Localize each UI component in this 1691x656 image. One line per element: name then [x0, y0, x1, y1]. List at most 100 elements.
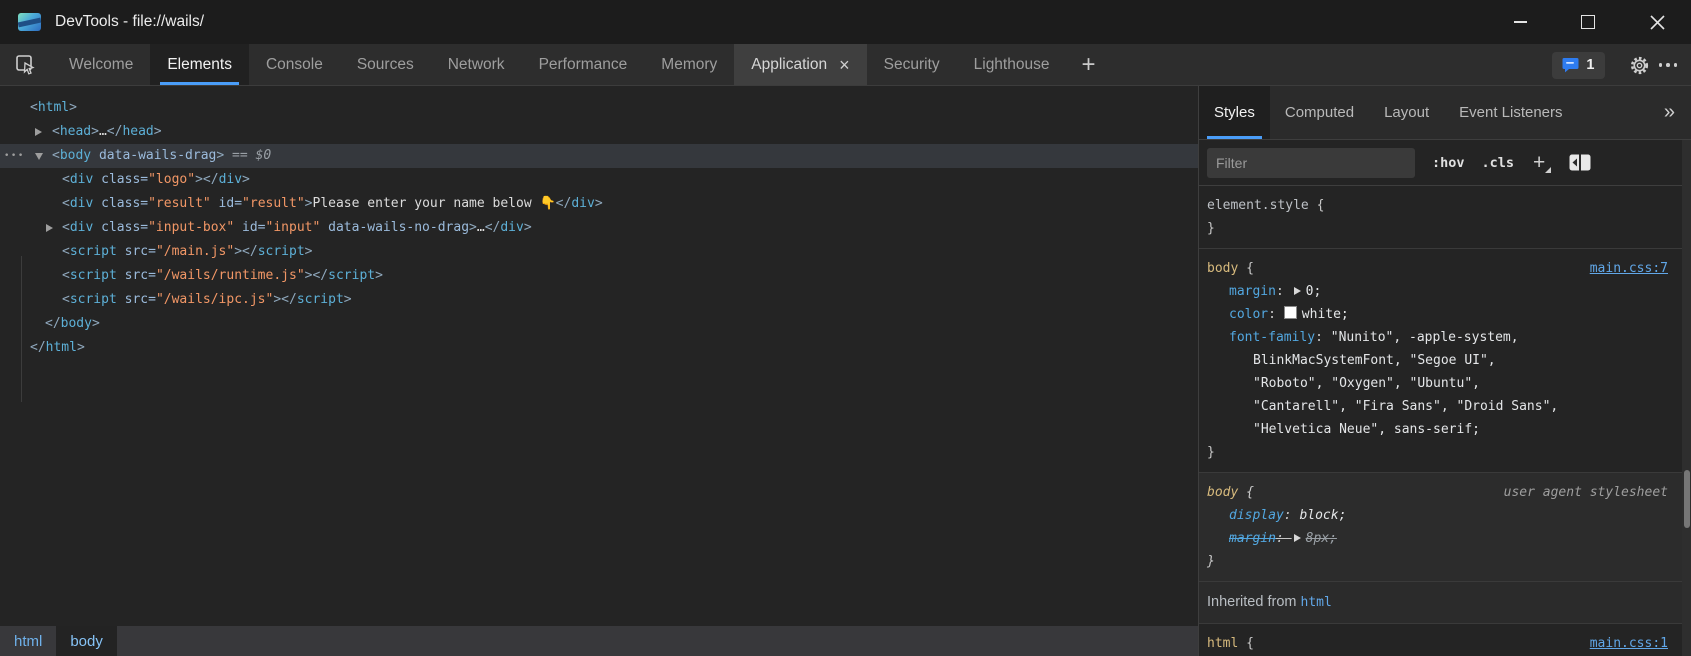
more-tools-button[interactable]: + [1066, 44, 1110, 85]
tab-label: Console [266, 56, 323, 74]
sidebar-tab-computed[interactable]: Computed [1270, 86, 1369, 139]
toggle-computed-sidebar-button[interactable] [1569, 154, 1591, 171]
style-rule-element-style: element.style {} [1199, 186, 1682, 249]
toolbar-right: 1 [1552, 44, 1691, 86]
styles-toolbar: :hov .cls + [1199, 140, 1691, 186]
scrollbar-track[interactable] [1682, 140, 1691, 656]
tab-label: Security [884, 56, 940, 74]
tab-welcome[interactable]: Welcome [52, 44, 150, 85]
maximize-button[interactable] [1565, 0, 1611, 44]
dom-tree-row[interactable]: <div class="result" id="result">Please e… [0, 192, 1198, 216]
tab-label: Sources [357, 56, 414, 74]
style-rule-body: body {main.css:7margin: 0;color: white;f… [1199, 249, 1682, 473]
inspect-element-button[interactable] [0, 44, 52, 85]
tab-sources[interactable]: Sources [340, 44, 431, 85]
chat-bubble-icon [1562, 57, 1579, 73]
style-rule-html: html {main.css:1background-color: rgba(3… [1199, 624, 1682, 656]
css-property-color[interactable]: color: white; [1207, 303, 1682, 326]
sidebar-tab-event-listeners[interactable]: Event Listeners [1444, 86, 1577, 139]
sidebar-tab-styles[interactable]: Styles [1199, 86, 1270, 139]
dom-tree-row[interactable]: <script src="/wails/runtime.js"></script… [0, 264, 1198, 288]
dom-tree-row[interactable]: <div class="input-box" id="input" data-w… [0, 216, 1198, 240]
inherited-from-header: Inherited from html [1199, 582, 1682, 624]
maximize-icon [1581, 15, 1595, 29]
tab-label: Performance [539, 56, 628, 74]
tab-lighthouse[interactable]: Lighthouse [957, 44, 1067, 85]
devtools-logo-icon [18, 13, 41, 31]
dom-tree-row[interactable]: <head>…</head> [0, 120, 1198, 144]
styles-sidebar: StylesComputedLayoutEvent Listeners » :ho… [1198, 86, 1691, 656]
stylesheet-link[interactable]: main.css:7 [1590, 257, 1668, 280]
sidebar-toggle-icon [1569, 154, 1591, 171]
dom-tree-row[interactable]: <html> [0, 96, 1198, 120]
expand-value-icon[interactable] [1294, 534, 1301, 542]
color-swatch[interactable] [1284, 306, 1297, 319]
dom-tree-row[interactable]: <div class="logo"></div> [0, 168, 1198, 192]
title-bar: DevTools - file://wails/ [0, 0, 1691, 44]
inspect-icon [15, 54, 37, 76]
new-style-rule-button[interactable]: + [1533, 151, 1551, 175]
devtools-toolbar: Welcome Elements Console Sources Network Perf… [0, 44, 1691, 86]
breadcrumb: htmlbody [0, 626, 1198, 656]
tab-security[interactable]: Security [867, 44, 957, 85]
more-sidebar-tabs-button[interactable]: » [1664, 86, 1691, 139]
sidebar-tabs: StylesComputedLayoutEvent Listeners » [1199, 86, 1691, 140]
rule-selector: body [1207, 485, 1238, 500]
settings-button[interactable] [1623, 44, 1657, 86]
tab-memory[interactable]: Memory [644, 44, 734, 85]
tab-application[interactable]: Application × [734, 44, 866, 85]
toggle-element-state-button[interactable]: :hov [1432, 155, 1465, 171]
dom-tree-row[interactable]: </body> [0, 312, 1198, 336]
css-property-margin[interactable]: margin: 8px; [1207, 527, 1682, 550]
breadcrumb-body[interactable]: body [56, 626, 117, 656]
stylesheet-link[interactable]: main.css:1 [1590, 632, 1668, 655]
row-actions-dots[interactable]: ••• [4, 144, 25, 168]
tab-console[interactable]: Console [249, 44, 340, 85]
panel-tabs: Welcome Elements Console Sources Network Perf… [52, 44, 1066, 85]
dom-tree-row[interactable]: <script src="/wails/ipc.js"></script> [0, 288, 1198, 312]
dom-tree-row[interactable]: <script src="/main.js"></script> [0, 240, 1198, 264]
dom-tree-row[interactable]: •••<body data-wails-drag> == $0 [0, 144, 1198, 168]
close-icon [1650, 15, 1665, 30]
tab-label: Memory [661, 56, 717, 74]
close-tab-icon[interactable]: × [839, 58, 850, 72]
style-rule-body: body {user agent stylesheetdisplay: bloc… [1199, 473, 1682, 582]
gear-icon [1629, 55, 1650, 76]
element-classes-button[interactable]: .cls [1482, 155, 1515, 171]
tab-label: Application [751, 56, 827, 74]
tab-performance[interactable]: Performance [522, 44, 645, 85]
feedback-badge[interactable]: 1 [1552, 52, 1604, 79]
inherited-node-link[interactable]: html [1301, 595, 1332, 610]
dom-tree: <html><head>…</head>•••<body data-wails-… [0, 86, 1198, 626]
user-agent-note: user agent stylesheet [1504, 481, 1668, 504]
rule-selector: body [1207, 261, 1238, 276]
expand-arrow-icon[interactable] [46, 224, 53, 232]
tab-label: Welcome [69, 56, 133, 74]
scrollbar-thumb[interactable] [1684, 470, 1690, 528]
minimize-button[interactable] [1497, 0, 1543, 44]
more-options-button[interactable] [1659, 63, 1678, 67]
elements-panel: <html><head>…</head>•••<body data-wails-… [0, 86, 1198, 656]
tab-label: Network [448, 56, 505, 74]
dom-tree-row[interactable]: </html> [0, 336, 1198, 360]
tab-label: Lighthouse [974, 56, 1050, 74]
rule-selector: html [1207, 636, 1238, 651]
styles-rules: element.style {}body {main.css:7margin: … [1199, 186, 1682, 656]
expand-arrow-icon[interactable] [35, 128, 42, 136]
expand-value-icon[interactable] [1294, 287, 1301, 295]
feedback-count: 1 [1586, 57, 1594, 73]
sidebar-tab-layout[interactable]: Layout [1369, 86, 1444, 139]
tab-network[interactable]: Network [431, 44, 522, 85]
collapse-arrow-icon[interactable] [35, 153, 43, 160]
css-property-font-family[interactable]: font-family: "Nunito", -apple-system, [1207, 326, 1682, 349]
more-options-icon [1659, 63, 1663, 67]
breadcrumb-html[interactable]: html [0, 626, 56, 656]
minimize-icon [1514, 21, 1527, 23]
tab-elements[interactable]: Elements [150, 44, 249, 85]
close-button[interactable] [1634, 0, 1680, 44]
css-property-margin[interactable]: margin: 0; [1207, 280, 1682, 303]
window-title: DevTools - file://wails/ [55, 0, 204, 44]
css-property-display[interactable]: display: block; [1207, 504, 1682, 527]
styles-filter-input[interactable] [1207, 148, 1415, 178]
rule-selector: element.style [1207, 198, 1309, 213]
